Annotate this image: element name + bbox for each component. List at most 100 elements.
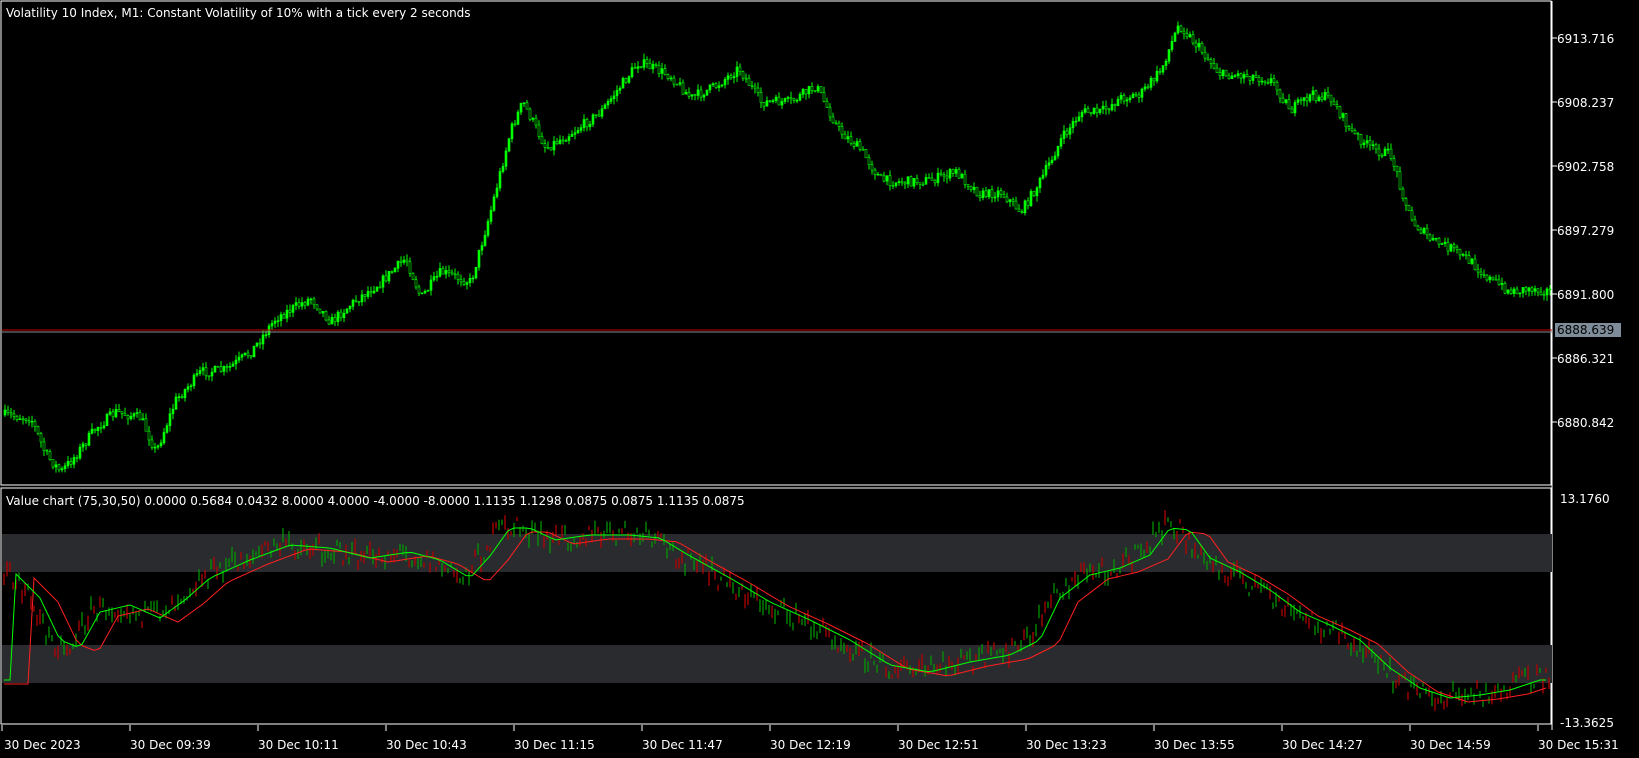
price-label-6: 6886.321: [1557, 352, 1615, 366]
candle-body: [111, 411, 115, 418]
candle-body: [1161, 65, 1165, 73]
candle-body: [741, 71, 745, 79]
candle-body: [921, 183, 925, 186]
candle-body: [1365, 140, 1369, 144]
candle-body: [1311, 90, 1315, 95]
candle-body: [1140, 88, 1144, 98]
candle-body: [204, 367, 208, 377]
candle-body: [1332, 101, 1336, 106]
price-label-3: 6902.758: [1557, 160, 1615, 174]
candle-body: [1194, 42, 1198, 48]
candle-body: [663, 68, 667, 75]
candle-body: [555, 140, 559, 144]
candle-body: [1086, 108, 1090, 113]
candle-body: [1542, 294, 1546, 296]
time-label-7: 30 Dec 12:19: [770, 738, 851, 752]
candle-body: [1350, 127, 1354, 132]
oversold-band: [2, 645, 1552, 683]
candle-body: [777, 96, 781, 106]
indicator-scale-min: -13.3625: [1560, 716, 1614, 730]
candle-body: [585, 119, 589, 128]
candle-body: [252, 345, 256, 358]
candle-body: [240, 354, 244, 358]
candle-body: [1530, 287, 1534, 292]
candle-body: [930, 177, 934, 181]
candle-body: [1272, 78, 1276, 83]
candle-body: [1221, 69, 1225, 77]
candle-body: [1257, 77, 1261, 82]
candle-body: [1179, 25, 1183, 32]
candle-body: [189, 385, 193, 388]
candle-body: [1197, 43, 1201, 48]
candle-body: [195, 373, 199, 376]
candle-body: [483, 234, 487, 246]
candle-body: [522, 102, 526, 105]
candle-body: [642, 59, 646, 68]
candle-body: [972, 186, 976, 190]
candle-body: [237, 356, 241, 361]
candle-body: [126, 415, 130, 420]
candle-body: [942, 174, 946, 177]
candle-body: [174, 396, 178, 410]
time-label-9: 30 Dec 13:23: [1026, 738, 1107, 752]
candle-body: [1431, 237, 1435, 241]
candle-body: [633, 67, 637, 69]
candle-body: [375, 286, 379, 292]
candle-body: [1440, 243, 1444, 245]
candle-body: [897, 181, 901, 183]
chart-canvas[interactable]: [0, 0, 1639, 758]
candle-body: [552, 140, 556, 151]
candle-body: [609, 98, 613, 102]
candle-body: [1545, 288, 1549, 296]
candle-body: [984, 190, 988, 197]
candle-body: [846, 136, 850, 140]
candle-body: [270, 323, 274, 327]
candle-body: [1383, 148, 1387, 157]
candle-body: [840, 126, 844, 135]
candle-body: [546, 146, 550, 149]
candle-body: [1470, 258, 1474, 264]
indicator-scale-max: 13.1760: [1560, 492, 1610, 506]
candle-body: [54, 464, 58, 468]
candle-body: [153, 446, 157, 449]
candle-body: [1038, 177, 1042, 189]
candle-body: [1386, 148, 1390, 151]
candle-body: [444, 270, 448, 275]
candle-body: [96, 427, 100, 431]
candle-body: [144, 418, 148, 432]
candle-body: [1008, 199, 1012, 203]
candle-body: [747, 77, 751, 86]
candle-body: [960, 173, 964, 179]
candle-body: [990, 189, 994, 199]
candle-body: [876, 173, 880, 176]
candle-body: [1059, 138, 1063, 147]
candle-body: [150, 439, 154, 448]
candle-body: [213, 365, 217, 373]
candle-body: [1500, 283, 1504, 285]
candle-body: [1473, 258, 1477, 270]
candle-body: [210, 371, 214, 377]
candle-body: [1011, 199, 1015, 202]
candle-body: [1467, 255, 1471, 264]
candle-body: [810, 86, 814, 91]
candle-body: [474, 266, 478, 279]
candle-body: [873, 169, 877, 175]
candle-body: [1089, 111, 1093, 114]
candle-body: [504, 150, 508, 167]
candle-body: [957, 169, 961, 179]
candle-body: [723, 79, 727, 86]
candle-body: [1512, 288, 1516, 294]
candle-body: [1182, 30, 1186, 35]
candle-body: [1377, 148, 1381, 156]
candle-body: [75, 457, 79, 459]
candle-body: [915, 177, 919, 183]
candle-body: [1104, 105, 1108, 110]
candle-body: [579, 127, 583, 131]
candle-body: [1245, 74, 1249, 77]
candle-body: [714, 83, 718, 88]
candle-body: [306, 298, 310, 306]
candle-body: [63, 465, 67, 470]
candle-body: [1527, 287, 1531, 292]
candle-body: [201, 367, 205, 371]
candle-body: [597, 114, 601, 117]
